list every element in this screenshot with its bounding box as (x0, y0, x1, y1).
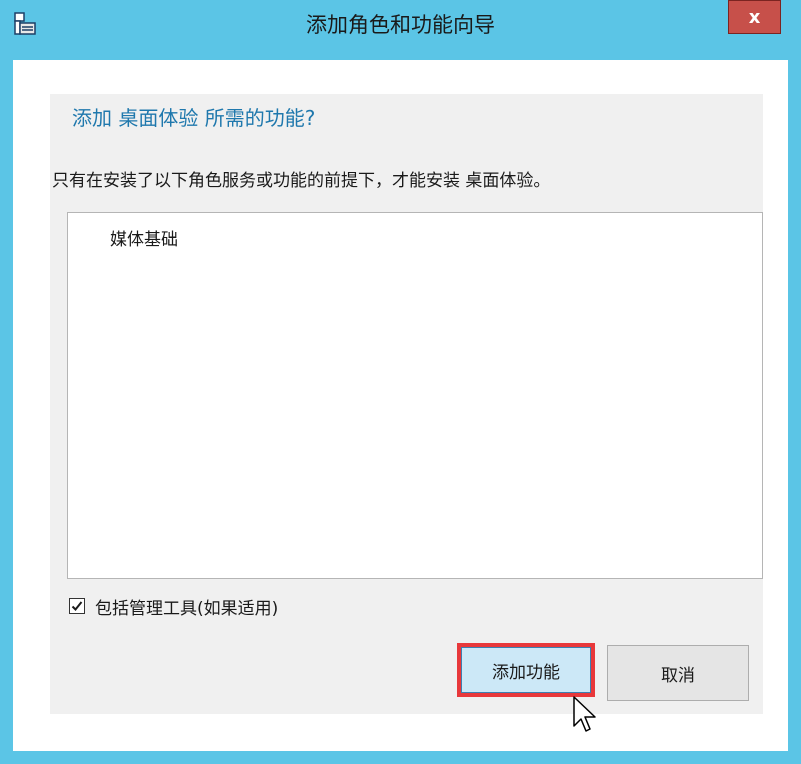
dialog-body: 添加 桌面体验 所需的功能? 只有在安装了以下角色服务或功能的前提下，才能安装 … (13, 60, 788, 751)
list-item: 媒体基础 (110, 230, 178, 250)
mouse-pointer-icon (572, 696, 598, 740)
dialog-description: 只有在安装了以下角色服务或功能的前提下，才能安装 桌面体验。 (52, 171, 551, 191)
close-button[interactable]: x (728, 0, 781, 34)
include-tools-label[interactable]: 包括管理工具(如果适用) (95, 594, 278, 619)
wizard-window: 添加角色和功能向导 x 添加 桌面体验 所需的功能? 只有在安装了以下角色服务或… (0, 0, 801, 764)
window-title: 添加角色和功能向导 (306, 13, 495, 37)
cancel-button[interactable]: 取消 (607, 645, 749, 701)
required-features-list[interactable]: 媒体基础 (67, 212, 763, 579)
check-icon (71, 601, 83, 611)
dialog-content: 添加 桌面体验 所需的功能? 只有在安装了以下角色服务或功能的前提下，才能安装 … (50, 94, 763, 714)
include-tools-checkbox[interactable] (69, 598, 85, 614)
title-bar[interactable]: 添加角色和功能向导 x (0, 0, 801, 50)
add-features-button[interactable]: 添加功能 (457, 643, 595, 697)
dialog-heading: 添加 桌面体验 所需的功能? (72, 106, 316, 130)
